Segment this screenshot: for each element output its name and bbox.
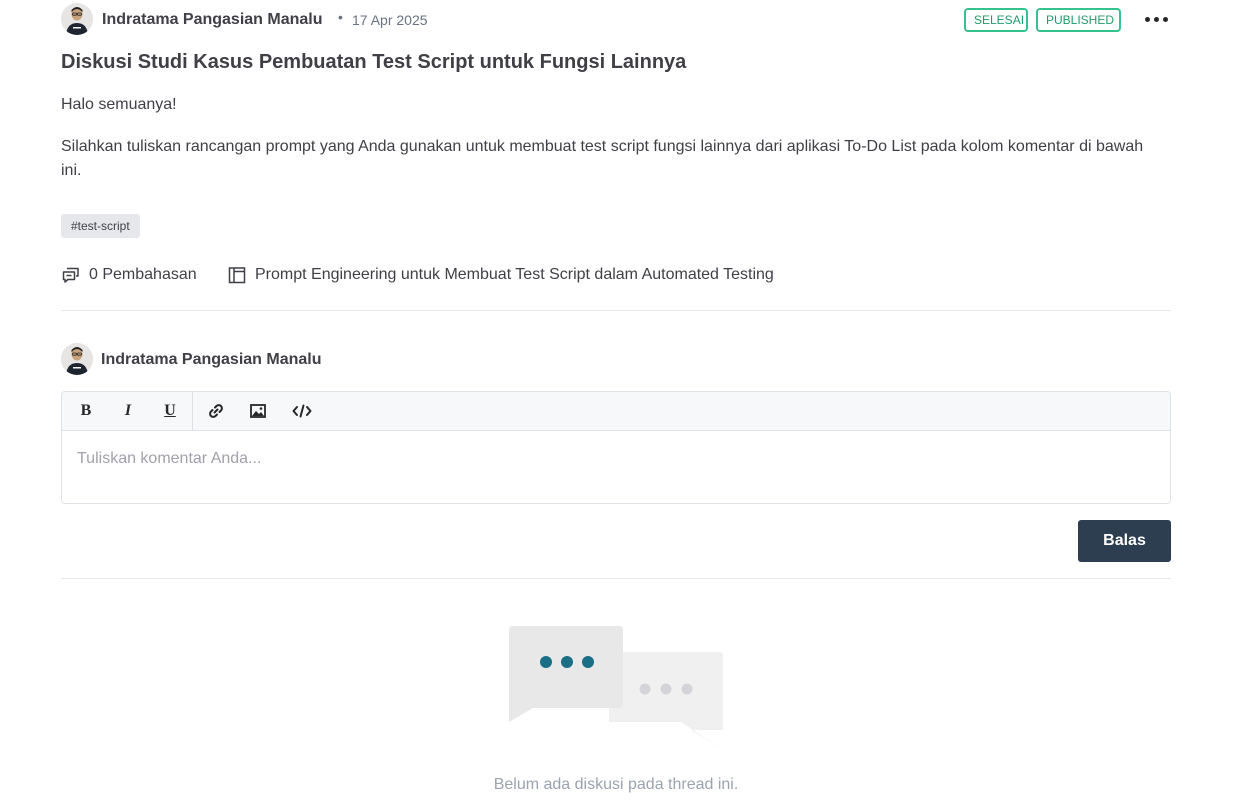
comment-author: Indratama Pangasian Manalu [61,343,461,375]
link-icon[interactable] [204,400,228,422]
course-link[interactable]: Prompt Engineering untuk Membuat Test Sc… [227,264,774,286]
comment-input[interactable] [62,431,1170,503]
editor-toolbar: B I U [62,392,1170,431]
tag-chip[interactable]: #test-script [61,214,140,238]
separator-dot: • [338,9,343,25]
avatar [61,343,93,375]
bold-button[interactable]: B [74,400,98,422]
post-body-content: Silahkan tuliskan rancangan prompt yang … [61,138,1144,179]
divider [61,310,1171,311]
comment-editor: B I U [61,391,1171,504]
discussion-count-label: 0 Pembahasan [89,266,197,283]
more-options-icon[interactable] [1145,7,1171,31]
status-badge: SELESAI [964,8,1028,32]
post-meta: 0 Pembahasan Prompt Engineering untuk Me… [61,264,1171,286]
toolbar-separator [192,392,193,430]
published-badge: PUBLISHED [1036,8,1121,32]
post-header: Indratama Pangasian Manalu • 17 Apr 2025… [61,3,1171,37]
post-date: 17 Apr 2025 [352,12,428,28]
divider [61,578,1171,579]
thread-title: Diskusi Studi Kasus Pembuatan Test Scrip… [61,51,687,73]
discussion-icon [61,265,81,285]
underline-button[interactable]: U [158,400,182,422]
course-label[interactable]: Prompt Engineering untuk Membuat Test Sc… [255,266,774,284]
empty-state-message: Belum ada diskusi pada thread ini. [493,776,739,793]
avatar[interactable] [61,3,93,35]
italic-button[interactable]: I [116,400,140,422]
code-icon[interactable] [290,400,314,422]
comment-author-name: Indratama Pangasian Manalu [101,351,322,368]
reply-button[interactable]: Balas [1078,520,1171,562]
empty-chat-illustration [501,618,731,758]
post-body-greeting: Halo semuanya! [61,96,177,113]
author-name[interactable]: Indratama Pangasian Manalu [102,11,323,29]
image-icon[interactable] [246,400,270,422]
course-icon [227,265,247,285]
discussion-count: 0 Pembahasan [61,264,197,286]
